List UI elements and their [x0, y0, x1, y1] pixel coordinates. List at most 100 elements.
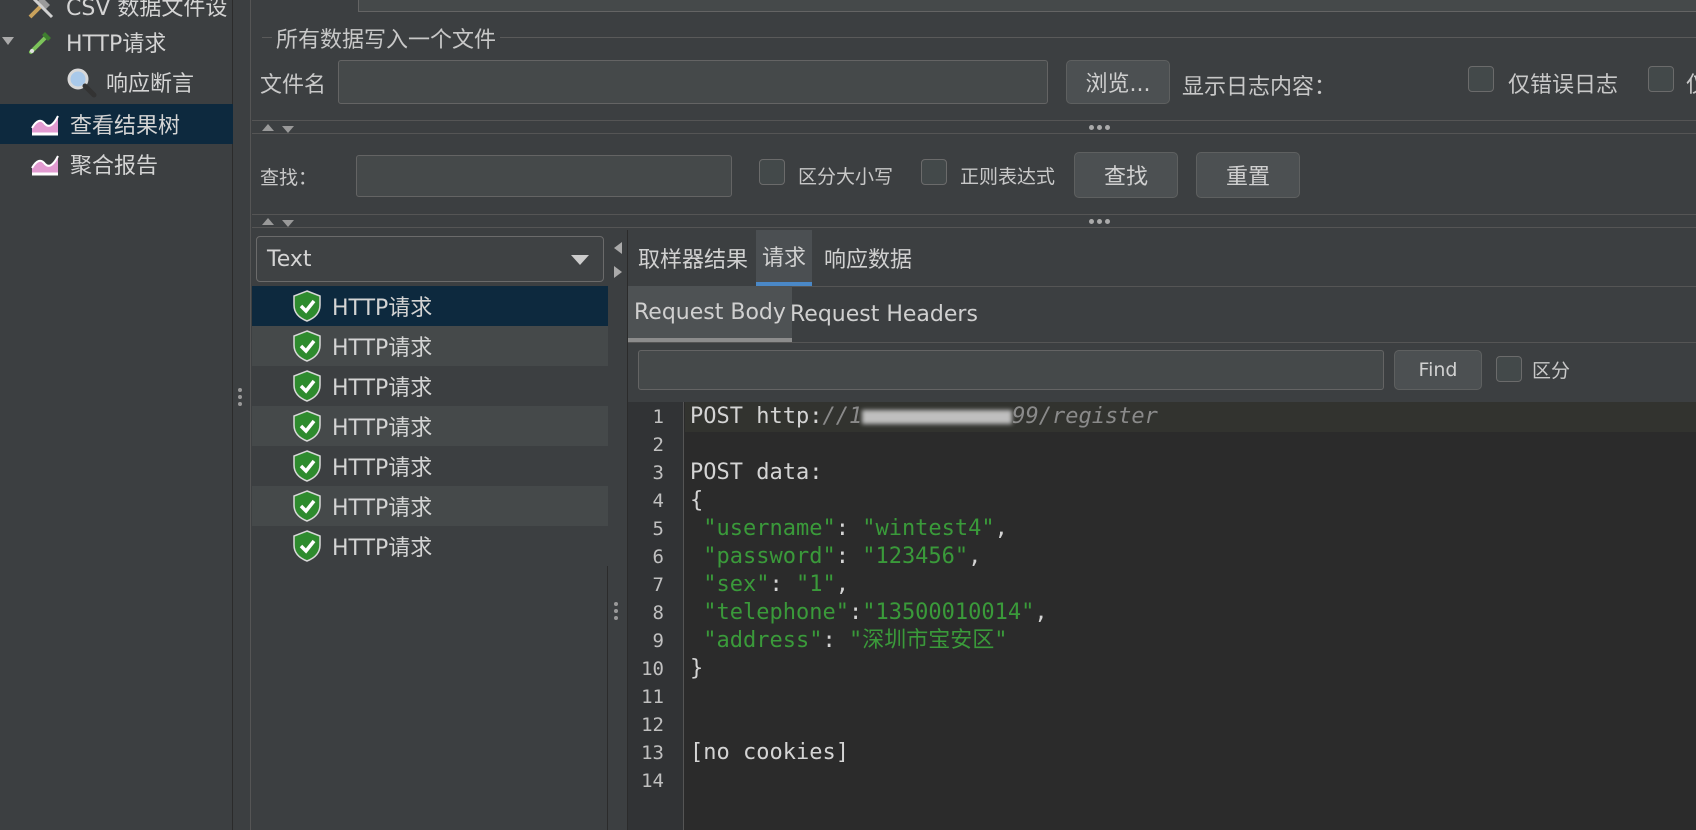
line-number-gutter: 1 2 3 4 5 6 7 8 9 10 11 12 13 14 — [628, 402, 684, 830]
divider-grip-icon[interactable] — [1089, 125, 1110, 130]
json-end: , — [994, 516, 1008, 541]
subtab-separator — [628, 342, 1696, 343]
results-list: HTTP请求 HTTP请求 HTTP请求 HTTP请求 HTTP请求 HTTP请… — [252, 286, 608, 830]
expand-arrows-icon[interactable] — [610, 240, 626, 280]
splitter-grip-icon[interactable] — [238, 388, 244, 406]
chart-icon — [28, 107, 62, 141]
tree-item-label: CSV 数据文件设 — [66, 0, 228, 21]
json-value: "13500010014" — [862, 600, 1035, 625]
browse-button[interactable]: 浏览... — [1066, 60, 1170, 104]
json-sep: : — [769, 572, 796, 597]
json-value: "深圳市宝安区" — [848, 628, 1008, 653]
tree-item-aggregate-report[interactable]: 聚合报告 — [28, 144, 158, 184]
success-shield-icon — [293, 290, 321, 322]
line-number: 12 — [641, 714, 664, 736]
tree-item-http-request[interactable]: HTTP请求 — [24, 22, 166, 62]
collapse-up-icon[interactable] — [262, 124, 274, 131]
result-row[interactable]: HTTP请求 — [252, 486, 608, 526]
reset-button[interactable]: 重置 — [1196, 152, 1300, 198]
successes-only-label: 仅 — [1686, 67, 1696, 99]
line-number: 10 — [641, 658, 664, 680]
renderer-select[interactable]: Text — [256, 236, 604, 282]
successes-only-checkbox[interactable] — [1648, 66, 1674, 92]
regex-label: 正则表达式 — [960, 166, 1056, 188]
name-field[interactable] — [358, 0, 1696, 12]
line-number: 14 — [641, 770, 664, 792]
regex-checkbox[interactable] — [921, 159, 947, 185]
success-shield-icon — [293, 330, 321, 362]
line-number: 13 — [641, 742, 664, 764]
json-value: "wintest4" — [862, 516, 995, 541]
request-body-editor[interactable]: 1 2 3 4 5 6 7 8 9 10 11 12 13 14 POST ht… — [628, 402, 1696, 830]
result-row[interactable]: HTTP请求 — [252, 406, 608, 446]
divider-bar[interactable] — [252, 120, 1696, 134]
code-line-field: "sex": "1", — [690, 570, 849, 600]
divider-bar[interactable] — [252, 214, 1696, 228]
result-row[interactable]: HTTP请求 — [252, 526, 608, 566]
subtab-request-headers[interactable]: Request Headers — [784, 286, 984, 342]
tree-item-label: 查看结果树 — [70, 114, 181, 139]
filename-input[interactable] — [338, 60, 1048, 104]
middle-splitter[interactable] — [608, 230, 628, 830]
line-number: 8 — [652, 602, 664, 624]
tab-response-data[interactable]: 响应数据 — [818, 230, 918, 286]
collapse-down-icon[interactable] — [282, 126, 294, 133]
code-line-open-brace: { — [690, 488, 704, 513]
tools-icon — [24, 0, 58, 23]
tree-item-response-assertion[interactable]: 响应断言 — [64, 62, 194, 102]
line-number: 3 — [652, 462, 664, 484]
tab-request[interactable]: 请求 — [756, 230, 813, 286]
json-sep: : — [835, 544, 863, 569]
url-scheme: http: — [756, 404, 823, 429]
search-input[interactable] — [356, 155, 732, 197]
line-number: 4 — [652, 490, 664, 512]
errors-only-checkbox[interactable] — [1468, 66, 1494, 92]
divider-grip-icon[interactable] — [1089, 219, 1110, 224]
success-shield-icon — [293, 490, 321, 522]
case-sensitive-checkbox[interactable] — [759, 159, 785, 185]
json-value: "123456" — [862, 544, 969, 569]
magnifier-icon — [64, 65, 98, 99]
splitter-grip-icon[interactable] — [614, 602, 620, 620]
success-shield-icon — [293, 530, 321, 562]
json-key: "sex" — [703, 572, 770, 597]
view-results-tree-panel: 所有数据写入一个文件 文件名 浏览... 显示日志内容： 仅错误日志 仅 查找：… — [252, 0, 1696, 830]
json-key: "address" — [703, 628, 823, 653]
json-key: "password" — [703, 544, 836, 569]
url-prefix: //1 — [822, 404, 863, 429]
json-key: "username" — [703, 516, 836, 541]
code-line-close-brace: } — [690, 656, 704, 681]
search-label: 查找： — [260, 167, 318, 189]
collapse-down-icon[interactable] — [282, 220, 294, 227]
result-row[interactable]: HTTP请求 — [252, 286, 608, 326]
subtab-request-body[interactable]: Request Body — [628, 286, 792, 342]
collapse-up-icon[interactable] — [262, 218, 274, 225]
success-shield-icon — [293, 450, 321, 482]
test-plan-tree: CSV 数据文件设 HTTP请求 响应断言 查看结果树 聚合报告 — [0, 0, 233, 830]
body-case-checkbox[interactable] — [1496, 356, 1522, 382]
body-find-input[interactable] — [638, 350, 1384, 390]
json-sep: : — [835, 516, 863, 541]
json-end: , — [1034, 600, 1048, 625]
result-row[interactable]: HTTP请求 — [252, 446, 608, 486]
filename-label: 文件名 — [260, 73, 327, 98]
code-line-field: "password": "123456", — [690, 542, 981, 572]
json-key: "telephone" — [703, 600, 849, 625]
success-shield-icon — [293, 410, 321, 442]
left-splitter[interactable] — [233, 0, 251, 830]
result-label: HTTP请求 — [332, 336, 433, 361]
chart-icon — [28, 147, 62, 181]
result-label: HTTP请求 — [332, 496, 433, 521]
json-value: "1" — [795, 572, 836, 597]
result-row[interactable]: HTTP请求 — [252, 366, 608, 406]
code-line-field: "telephone":"13500010014", — [690, 598, 1048, 628]
tab-sampler-result[interactable]: 取样器结果 — [632, 230, 754, 286]
body-find-button[interactable]: Find — [1394, 350, 1482, 390]
tree-item-view-results-tree[interactable]: 查看结果树 — [0, 104, 233, 144]
file-group-title: 所有数据写入一个文件 — [272, 22, 501, 54]
find-button[interactable]: 查找 — [1074, 152, 1178, 198]
result-label: HTTP请求 — [332, 536, 433, 561]
expand-arrow-icon[interactable] — [2, 37, 14, 45]
body-case-label: 区分 — [1532, 360, 1571, 382]
result-row[interactable]: HTTP请求 — [252, 326, 608, 366]
